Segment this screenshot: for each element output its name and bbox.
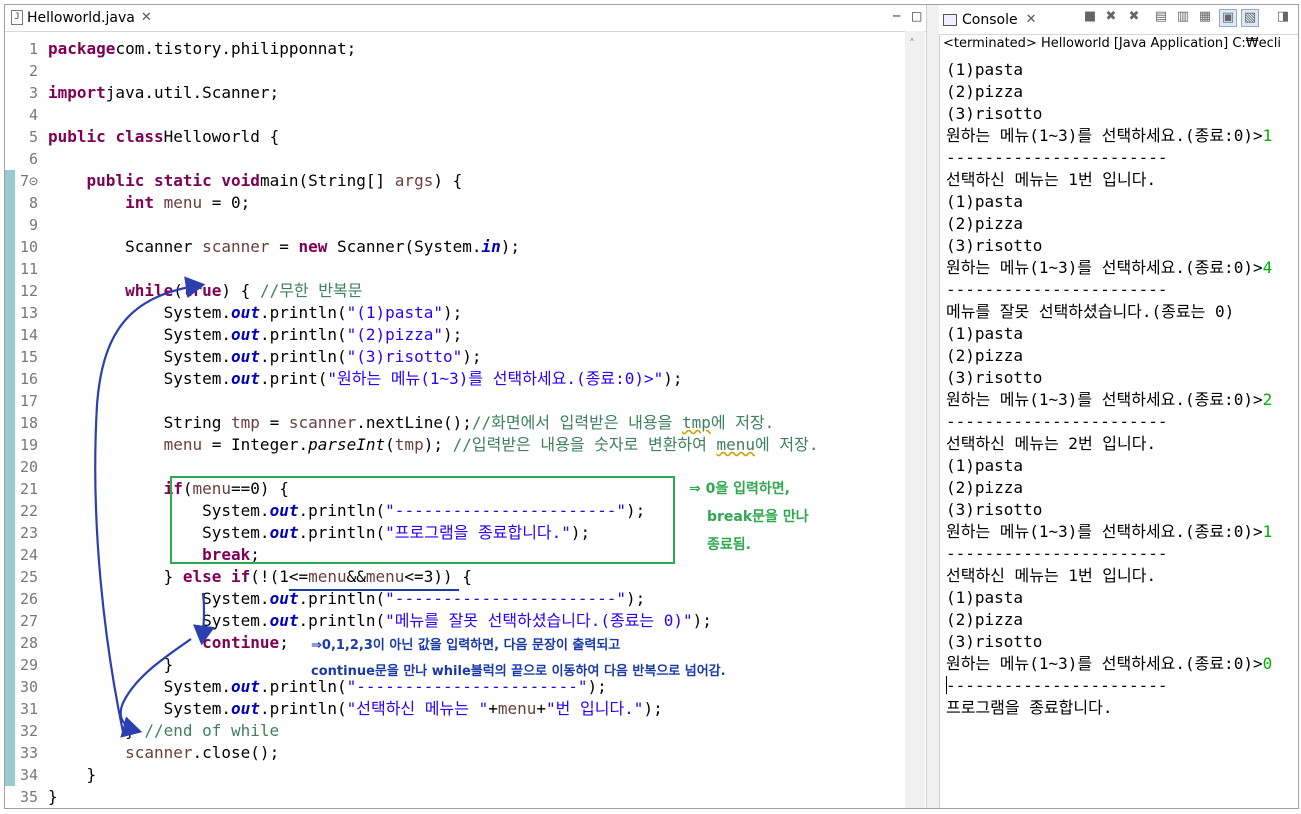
console-line: 선택하신 메뉴는 1번 입니다.: [946, 566, 1157, 585]
console-line: 원하는 메뉴(1~3)를 선택하세요.(종료:0)>1: [946, 126, 1273, 145]
console-line: 원하는 메뉴(1~3)를 선택하세요.(종료:0)>1: [946, 522, 1273, 541]
console-line: (3)risotto: [946, 500, 1043, 519]
console-line: (2)pizza: [946, 610, 1024, 629]
terminate-icon[interactable]: ■: [1082, 9, 1098, 25]
console-tab-label: Console: [962, 11, 1018, 28]
user-input: 1: [1262, 522, 1273, 541]
console-line: 선택하신 메뉴는 1번 입니다.: [946, 170, 1157, 189]
display-selected-console-icon[interactable]: ▧: [1241, 9, 1259, 27]
user-input: 2: [1262, 390, 1273, 409]
eclipse-window: J Helloworld.java ✕ ─ □ 1 packagecom.tist…: [4, 4, 1299, 809]
console-line: (1)pasta: [946, 588, 1024, 607]
flow-arrows: [94, 276, 215, 738]
remove-launch-icon[interactable]: ✖: [1103, 9, 1119, 25]
console-line: 원하는 메뉴(1~3)를 선택하세요.(종료:0)>4: [946, 258, 1273, 277]
console-line: (3)risotto: [946, 632, 1043, 651]
console-view: Console ✕ ■ ✖ ✖ ▤ ▥ ▦ ▣ ▧ ◨ <terminated>…: [939, 5, 1298, 808]
console-line: 원하는 메뉴(1~3)를 선택하세요.(종료:0)>2: [946, 390, 1273, 409]
console-line: 선택하신 메뉴는 2번 입니다.: [946, 434, 1157, 453]
console-line: -----------------------: [946, 676, 1168, 695]
console-line: -----------------------: [946, 148, 1168, 167]
continue-drop-arrow: [192, 592, 215, 646]
pane-splitter[interactable]: [926, 5, 940, 808]
code-editor: J Helloworld.java ✕ ─ □ 1 packagecom.tist…: [5, 5, 926, 808]
console-line: (2)pizza: [946, 346, 1024, 365]
open-console-icon[interactable]: ◨: [1275, 9, 1291, 25]
console-line: -----------------------: [946, 412, 1168, 431]
console-tab-bar: Console ✕ ■ ✖ ✖ ▤ ▥ ▦ ▣ ▧ ◨: [939, 5, 1298, 35]
console-line: (2)pizza: [946, 82, 1024, 101]
remove-all-terminated-icon[interactable]: ✖: [1126, 9, 1142, 25]
console-line: (1)pasta: [946, 192, 1024, 211]
console-line: 원하는 메뉴(1~3)를 선택하세요.(종료:0)>0: [946, 654, 1273, 673]
console-tab[interactable]: Console ✕: [939, 5, 1036, 34]
user-input: 4: [1262, 258, 1273, 277]
text-caret: [946, 676, 947, 694]
loop-back-arrow: [94, 276, 206, 733]
console-line: (1)pasta: [946, 324, 1024, 343]
console-line: (2)pizza: [946, 478, 1024, 497]
user-input: 0: [1262, 654, 1273, 673]
console-line: 메뉴를 잘못 선택하셨습니다.(종료는 0): [946, 302, 1235, 321]
console-status: <terminated> Helloworld [Java Applicatio…: [943, 36, 1282, 51]
console-line: (1)pasta: [946, 60, 1024, 79]
user-input: 1: [1262, 126, 1273, 145]
console-line: (2)pizza: [946, 214, 1024, 233]
word-wrap-icon[interactable]: ▦: [1197, 9, 1213, 25]
console-line: (1)pasta: [946, 456, 1024, 475]
console-line: 프로그램을 종료합니다.: [946, 698, 1113, 717]
console-line: -----------------------: [946, 544, 1168, 563]
continue-to-end-arrow: [119, 638, 192, 738]
close-console-icon[interactable]: ✕: [1026, 12, 1037, 27]
show-on-output-icon[interactable]: ▥: [1175, 9, 1191, 25]
scroll-lock-icon[interactable]: ▤: [1153, 9, 1169, 25]
console-icon: [943, 13, 957, 26]
console-line: (3)risotto: [946, 368, 1043, 387]
pin-console-icon[interactable]: ▣: [1219, 9, 1237, 27]
console-line: -----------------------: [946, 280, 1168, 299]
console-line: (3)risotto: [946, 236, 1043, 255]
console-line: (3)risotto: [946, 104, 1043, 123]
